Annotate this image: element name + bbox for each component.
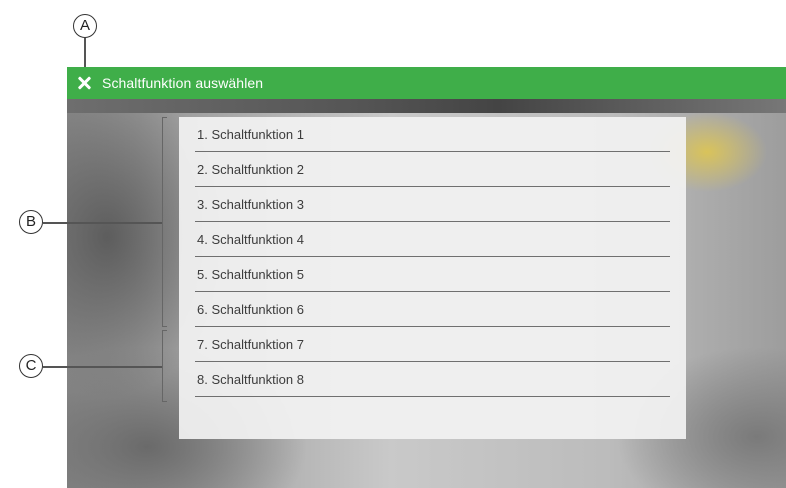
list-item-label: 1. Schaltfunktion 1 bbox=[197, 127, 304, 142]
list-item-label: 5. Schaltfunktion 5 bbox=[197, 267, 304, 282]
list-item-switch-function-3[interactable]: 3. Schaltfunktion 3 bbox=[195, 187, 670, 222]
list-item-switch-function-6[interactable]: 6. Schaltfunktion 6 bbox=[195, 292, 670, 327]
list-item-switch-function-1[interactable]: 1. Schaltfunktion 1 bbox=[195, 117, 670, 152]
list-item-label: 7. Schaltfunktion 7 bbox=[197, 337, 304, 352]
list-item-switch-function-8[interactable]: 8. Schaltfunktion 8 bbox=[195, 362, 670, 397]
list-item-label: 8. Schaltfunktion 8 bbox=[197, 372, 304, 387]
callout-c-bracket bbox=[162, 330, 167, 402]
callout-c-leader bbox=[43, 366, 162, 368]
callout-b-leader bbox=[43, 222, 162, 224]
title-bar: Schaltfunktion auswählen bbox=[67, 67, 786, 99]
callout-c: C bbox=[19, 354, 43, 378]
background-strip bbox=[67, 99, 786, 113]
switch-function-list: 1. Schaltfunktion 1 2. Schaltfunktion 2 … bbox=[179, 117, 686, 397]
callout-b: B bbox=[19, 210, 43, 234]
switch-function-list-panel: 1. Schaltfunktion 1 2. Schaltfunktion 2 … bbox=[179, 117, 686, 439]
list-item-label: 6. Schaltfunktion 6 bbox=[197, 302, 304, 317]
window-title: Schaltfunktion auswählen bbox=[102, 75, 264, 91]
list-item-switch-function-4[interactable]: 4. Schaltfunktion 4 bbox=[195, 222, 670, 257]
close-icon[interactable] bbox=[77, 76, 91, 90]
list-item-label: 2. Schaltfunktion 2 bbox=[197, 162, 304, 177]
callout-a: A bbox=[73, 14, 97, 38]
list-item-switch-function-5[interactable]: 5. Schaltfunktion 5 bbox=[195, 257, 670, 292]
list-item-switch-function-2[interactable]: 2. Schaltfunktion 2 bbox=[195, 152, 670, 187]
list-item-label: 4. Schaltfunktion 4 bbox=[197, 232, 304, 247]
device-screen: Schaltfunktion auswählen 1. Schaltfunkti… bbox=[67, 67, 786, 488]
list-item-label: 3. Schaltfunktion 3 bbox=[197, 197, 304, 212]
callout-b-bracket bbox=[162, 117, 167, 327]
list-item-switch-function-7[interactable]: 7. Schaltfunktion 7 bbox=[195, 327, 670, 362]
